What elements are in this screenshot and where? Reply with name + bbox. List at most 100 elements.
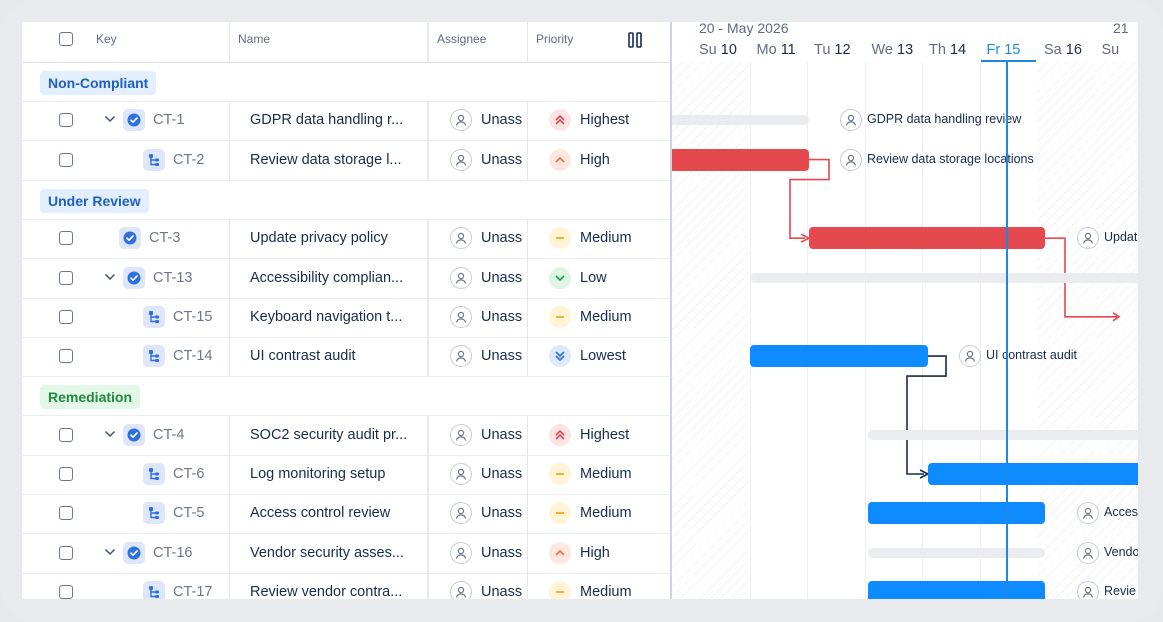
row-checkbox[interactable] — [59, 349, 73, 364]
issue-key-link[interactable]: CT-4 — [153, 427, 184, 443]
priority-value[interactable]: Lowest — [580, 348, 626, 364]
column-assignee-header[interactable]: Assignee — [437, 22, 486, 62]
group-header[interactable]: Under Review — [22, 180, 670, 220]
summary-bar[interactable] — [750, 272, 1138, 283]
table-row[interactable]: CT-15 Keyboard navigation t... Unass Medium — [22, 297, 670, 338]
unassigned-avatar-icon[interactable] — [450, 109, 472, 132]
group-header[interactable]: Remediation — [22, 376, 670, 417]
issue-key-link[interactable]: CT-1 — [153, 112, 184, 128]
assignee-value[interactable]: Unass — [481, 270, 522, 286]
row-checkbox[interactable] — [59, 309, 73, 324]
issue-name[interactable]: SOC2 security audit pr... — [250, 427, 407, 443]
unassigned-avatar-icon[interactable] — [450, 266, 472, 289]
task-bar[interactable] — [928, 463, 1138, 485]
assignee-value[interactable]: Unass — [481, 112, 522, 128]
issue-name[interactable]: Keyboard navigation t... — [250, 309, 402, 325]
priority-value[interactable]: High — [580, 152, 610, 168]
assignee-value[interactable]: Unass — [481, 427, 522, 443]
unassigned-avatar-icon[interactable] — [840, 148, 862, 171]
issue-key-link[interactable]: CT-2 — [173, 152, 204, 168]
issue-name[interactable]: UI contrast audit — [250, 348, 356, 364]
assignee-value[interactable]: Unass — [481, 505, 522, 521]
task-bar[interactable] — [868, 502, 1045, 525]
row-checkbox[interactable] — [59, 113, 73, 128]
priority-value[interactable]: Medium — [580, 309, 632, 325]
assignee-value[interactable]: Unass — [481, 152, 522, 168]
row-checkbox[interactable] — [59, 506, 73, 521]
assignee-value[interactable]: Unass — [481, 466, 522, 482]
issue-name[interactable]: Accessibility complian... — [250, 270, 403, 286]
assignee-value[interactable]: Unass — [481, 348, 522, 364]
unassigned-avatar-icon[interactable] — [450, 227, 472, 250]
table-row[interactable]: CT-16 Vendor security asses... Unass High — [22, 533, 670, 574]
table-row[interactable]: CT-1 GDPR data handling r... Unass Highest — [22, 101, 670, 142]
issue-name[interactable]: Update privacy policy — [250, 230, 388, 246]
unassigned-avatar-icon[interactable] — [450, 423, 472, 446]
row-checkbox[interactable] — [59, 584, 73, 599]
issue-name[interactable]: GDPR data handling r... — [250, 112, 403, 128]
issue-key-link[interactable]: CT-16 — [153, 545, 193, 561]
unassigned-avatar-icon[interactable] — [450, 305, 472, 328]
table-row[interactable]: CT-17 Review vendor contra... Unass Medium — [22, 572, 670, 599]
issue-key-link[interactable]: CT-17 — [173, 584, 213, 599]
assignee-value[interactable]: Unass — [481, 545, 522, 561]
unassigned-avatar-icon[interactable] — [959, 345, 981, 368]
table-row[interactable]: CT-5 Access control review Unass Medium — [22, 494, 670, 535]
summary-bar[interactable] — [868, 429, 1138, 440]
assignee-value[interactable]: Unass — [481, 230, 522, 246]
assignee-value[interactable]: Unass — [481, 309, 522, 325]
issue-name[interactable]: Log monitoring setup — [250, 466, 385, 482]
priority-value[interactable]: High — [580, 545, 610, 561]
unassigned-avatar-icon[interactable] — [450, 148, 472, 171]
group-header[interactable]: Non-Compliant — [22, 62, 670, 102]
row-checkbox[interactable] — [59, 427, 73, 442]
chevron-down-icon[interactable] — [103, 545, 117, 559]
row-checkbox[interactable] — [59, 467, 73, 481]
column-key-header[interactable]: Key — [96, 22, 117, 62]
task-bar[interactable] — [868, 580, 1045, 599]
issue-key-link[interactable]: CT-14 — [173, 348, 213, 364]
summary-bar[interactable] — [672, 115, 809, 126]
priority-value[interactable]: Medium — [580, 584, 632, 599]
columns-icon[interactable] — [628, 32, 642, 48]
select-all-checkbox[interactable] — [59, 32, 73, 46]
table-row[interactable]: CT-14 UI contrast audit Unass Lowest — [22, 337, 670, 378]
issue-name[interactable]: Vendor security asses... — [250, 545, 404, 561]
unassigned-avatar-icon[interactable] — [450, 502, 472, 525]
col-divider[interactable] — [427, 22, 429, 62]
summary-bar[interactable] — [868, 547, 1045, 558]
issue-key-link[interactable]: CT-3 — [149, 230, 180, 246]
unassigned-avatar-icon[interactable] — [450, 345, 472, 368]
column-name-header[interactable]: Name — [238, 22, 270, 62]
unassigned-avatar-icon[interactable] — [1077, 541, 1099, 564]
table-row[interactable]: CT-4 SOC2 security audit pr... Unass Highes… — [22, 415, 670, 456]
unassigned-avatar-icon[interactable] — [1077, 580, 1099, 599]
assignee-value[interactable]: Unass — [481, 584, 522, 599]
row-checkbox[interactable] — [59, 270, 73, 285]
issue-key-link[interactable]: CT-6 — [173, 466, 204, 482]
priority-value[interactable]: Low — [580, 270, 607, 286]
priority-value[interactable]: Medium — [580, 505, 632, 521]
priority-value[interactable]: Highest — [580, 112, 629, 128]
unassigned-avatar-icon[interactable] — [450, 463, 472, 485]
issue-key-link[interactable]: CT-5 — [173, 505, 204, 521]
table-row[interactable]: CT-13 Accessibility complian... Unass Low — [22, 258, 670, 299]
issue-name[interactable]: Review data storage l... — [250, 152, 402, 168]
issue-key-link[interactable]: CT-15 — [173, 309, 213, 325]
unassigned-avatar-icon[interactable] — [450, 580, 472, 599]
table-row[interactable]: CT-2 Review data storage l... Unass High — [22, 140, 670, 181]
table-row[interactable]: CT-3 Update privacy policy Unass Medium — [22, 219, 670, 260]
col-divider[interactable] — [527, 22, 528, 62]
column-priority-header[interactable]: Priority — [536, 22, 573, 62]
dependency-line[interactable] — [906, 355, 947, 475]
task-bar[interactable] — [750, 345, 928, 368]
row-checkbox[interactable] — [59, 545, 73, 560]
task-bar[interactable] — [672, 148, 809, 171]
issue-name[interactable]: Access control review — [250, 505, 390, 521]
table-row[interactable]: CT-6 Log monitoring setup Unass Medium — [22, 455, 670, 495]
issue-key-link[interactable]: CT-13 — [153, 270, 193, 286]
unassigned-avatar-icon[interactable] — [450, 541, 472, 564]
priority-value[interactable]: Medium — [580, 466, 632, 482]
priority-value[interactable]: Medium — [580, 230, 632, 246]
row-checkbox[interactable] — [59, 231, 73, 246]
